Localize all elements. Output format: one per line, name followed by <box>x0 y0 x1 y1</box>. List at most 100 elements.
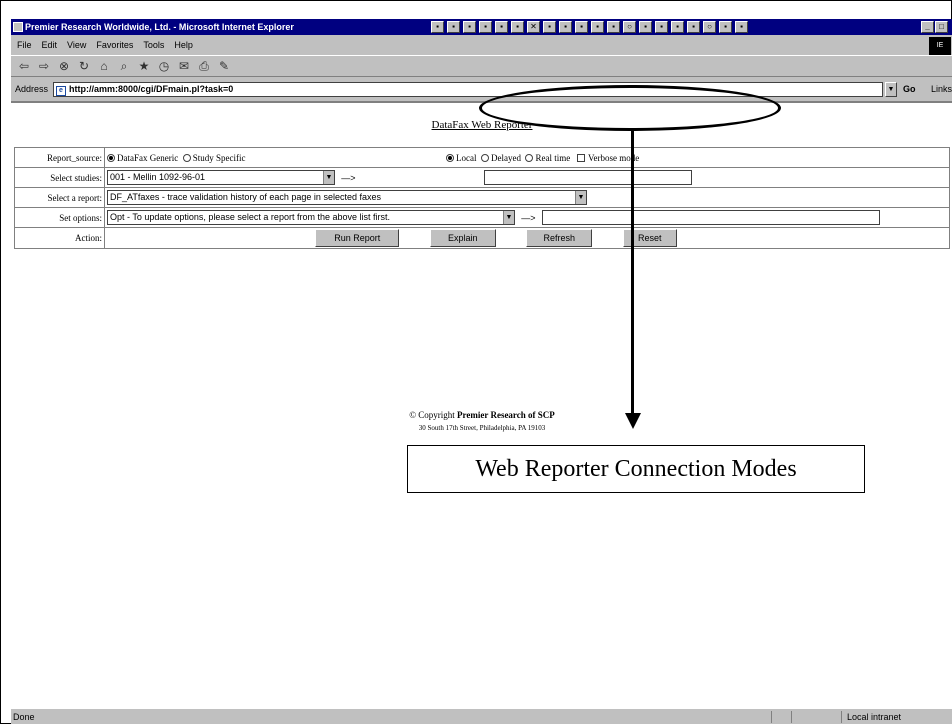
options-text-field[interactable] <box>541 210 880 225</box>
explain-button[interactable]: Explain <box>429 229 496 247</box>
studies-select[interactable]: 001 - Mellin 1092-96-01 ▼ <box>107 170 335 185</box>
tray-icon[interactable]: ▪ <box>511 21 524 33</box>
verbose-checkbox[interactable] <box>576 154 585 163</box>
ie-throbber-icon: IE <box>929 37 951 55</box>
go-button[interactable]: Go <box>903 79 916 99</box>
search-icon[interactable]: ⌕ <box>117 59 131 74</box>
favorites-icon[interactable]: ★ <box>137 59 151 73</box>
menu-favorites[interactable]: Favorites <box>96 37 133 53</box>
select-studies-label: Select studies: <box>14 167 105 188</box>
history-icon[interactable]: ◷ <box>157 59 171 73</box>
stop-icon[interactable]: ⊗ <box>57 59 71 73</box>
callout-caption: Web Reporter Connection Modes <box>407 445 865 493</box>
action-label: Action: <box>14 227 105 249</box>
status-divider <box>771 711 772 723</box>
radio-study-specific-label: Study Specific <box>192 152 246 163</box>
taskbar-tray: ▪ ▪ ▪ ▪ ▪ ▪ ✕ ▪ ▪ ▪ ▪ ▪ ○ ▪ ▪ ▪ ▪ ○ ▪ ▪ <box>431 21 748 33</box>
report-source-label: Report_source: <box>14 147 105 168</box>
mail-icon[interactable]: ✉ <box>177 59 191 73</box>
tray-icon[interactable]: ▪ <box>607 21 620 33</box>
address-dropdown-icon[interactable]: ▼ <box>885 82 897 97</box>
studies-text-field[interactable] <box>484 170 693 185</box>
address-label: Address <box>15 84 49 94</box>
row-action: Action: Run Report Explain Refresh Reset <box>14 227 950 249</box>
home-icon[interactable]: ⌂ <box>97 59 111 73</box>
row-set-options: Set options: Opt - To update options, pl… <box>14 207 950 228</box>
links-button[interactable]: Links <box>931 79 952 99</box>
set-options-label: Set options: <box>14 207 105 228</box>
report-select[interactable]: DF_ATfaxes - trace validation history of… <box>107 190 587 205</box>
tray-icon[interactable]: ✕ <box>527 21 540 33</box>
copyright-address: 30 South 17th Street, Philadelphia, PA 1… <box>418 424 546 432</box>
window-title: Premier Research Worldwide, Ltd. - Micro… <box>25 22 294 32</box>
menu-edit[interactable]: Edit <box>42 37 58 53</box>
tray-icon[interactable]: ▪ <box>559 21 572 33</box>
minimize-button[interactable]: _ <box>921 21 934 33</box>
menu-help[interactable]: Help <box>174 37 193 53</box>
menu-tools[interactable]: Tools <box>143 37 164 53</box>
back-icon[interactable]: ⇦ <box>17 59 31 73</box>
menu-view[interactable]: View <box>67 37 86 53</box>
menu-bar: File Edit View Favorites Tools Help <box>11 37 952 53</box>
tray-icon[interactable]: ○ <box>623 21 636 33</box>
print-icon[interactable]: ⎙ <box>197 59 211 74</box>
studies-arrow: —> <box>341 172 356 183</box>
report-form: Report_source: DataFax Generic Study Spe… <box>14 147 950 249</box>
maximize-button[interactable]: □ <box>935 21 948 33</box>
chevron-down-icon: ▼ <box>575 191 586 204</box>
tray-icon[interactable]: ▪ <box>543 21 556 33</box>
edit-icon[interactable]: ✎ <box>217 59 231 73</box>
options-select[interactable]: Opt - To update options, please select a… <box>107 210 515 225</box>
run-report-button[interactable]: Run Report <box>315 229 400 247</box>
copyright-notice: © Copyright Premier Research of SCP 30 S… <box>11 409 952 434</box>
radio-study-specific[interactable] <box>182 154 191 163</box>
tray-icon[interactable]: ○ <box>703 21 716 33</box>
report-select-value: DF_ATfaxes - trace validation history of… <box>110 192 381 202</box>
title-bar: Premier Research Worldwide, Ltd. - Micro… <box>11 19 952 35</box>
report-source-cell: DataFax Generic Study Specific Local Del… <box>104 147 950 168</box>
tray-icon[interactable]: ▪ <box>655 21 668 33</box>
tray-icon[interactable]: ▪ <box>463 21 476 33</box>
tray-icon[interactable]: ▪ <box>431 21 444 33</box>
radio-realtime[interactable] <box>525 154 534 163</box>
refresh-icon[interactable]: ↻ <box>77 59 91 73</box>
radio-delayed[interactable] <box>480 154 489 163</box>
select-report-label: Select a report: <box>14 187 105 208</box>
tray-icon[interactable]: ▪ <box>719 21 732 33</box>
page-content: DataFax Web Reporter Report_source: Data… <box>11 101 952 709</box>
callout-arrow-head-icon <box>625 413 641 429</box>
set-options-cell: Opt - To update options, please select a… <box>104 207 950 228</box>
status-bar: Done Local intranet <box>11 709 952 724</box>
radio-local[interactable] <box>445 154 454 163</box>
tray-icon[interactable]: ▪ <box>671 21 684 33</box>
address-input[interactable]: e http://amm:8000/cgi/DFmain.pl?task=0 <box>53 82 883 97</box>
browser-window: Premier Research Worldwide, Ltd. - Micro… <box>11 19 952 724</box>
radio-datafax-generic-label: DataFax Generic <box>117 152 179 163</box>
menu-file[interactable]: File <box>17 37 32 53</box>
standard-toolbar: ⇦ ⇨ ⊗ ↻ ⌂ ⌕ ★ ◷ ✉ ⎙ ✎ <box>11 55 952 77</box>
refresh-button[interactable]: Refresh <box>526 229 593 247</box>
tray-icon[interactable]: ▪ <box>591 21 604 33</box>
status-divider <box>791 711 792 723</box>
page-title[interactable]: DataFax Web Reporter <box>11 119 952 131</box>
highlight-ellipse <box>479 85 781 131</box>
radio-realtime-label: Real time <box>535 152 571 163</box>
tray-icon[interactable]: ▪ <box>687 21 700 33</box>
tray-icon[interactable]: ▪ <box>479 21 492 33</box>
tray-icon[interactable]: ▪ <box>575 21 588 33</box>
forward-icon[interactable]: ⇨ <box>37 59 51 73</box>
tray-icon[interactable]: ▪ <box>495 21 508 33</box>
chevron-down-icon: ▼ <box>503 211 514 224</box>
tray-icon[interactable]: ▪ <box>447 21 460 33</box>
tray-icon[interactable]: ▪ <box>735 21 748 33</box>
tray-icon[interactable]: ▪ <box>639 21 652 33</box>
status-zone: Local intranet <box>847 712 902 722</box>
copyright-prefix: © Copyright <box>409 410 455 420</box>
address-url: http://amm:8000/cgi/DFmain.pl?task=0 <box>69 84 234 94</box>
chevron-down-icon: ▼ <box>323 171 334 184</box>
options-select-value: Opt - To update options, please select a… <box>110 212 390 222</box>
radio-datafax-generic[interactable] <box>107 154 115 163</box>
slide-frame: Premier Research Worldwide, Ltd. - Micro… <box>0 0 952 724</box>
options-arrow: —> <box>521 212 536 223</box>
page-icon: e <box>56 86 66 96</box>
